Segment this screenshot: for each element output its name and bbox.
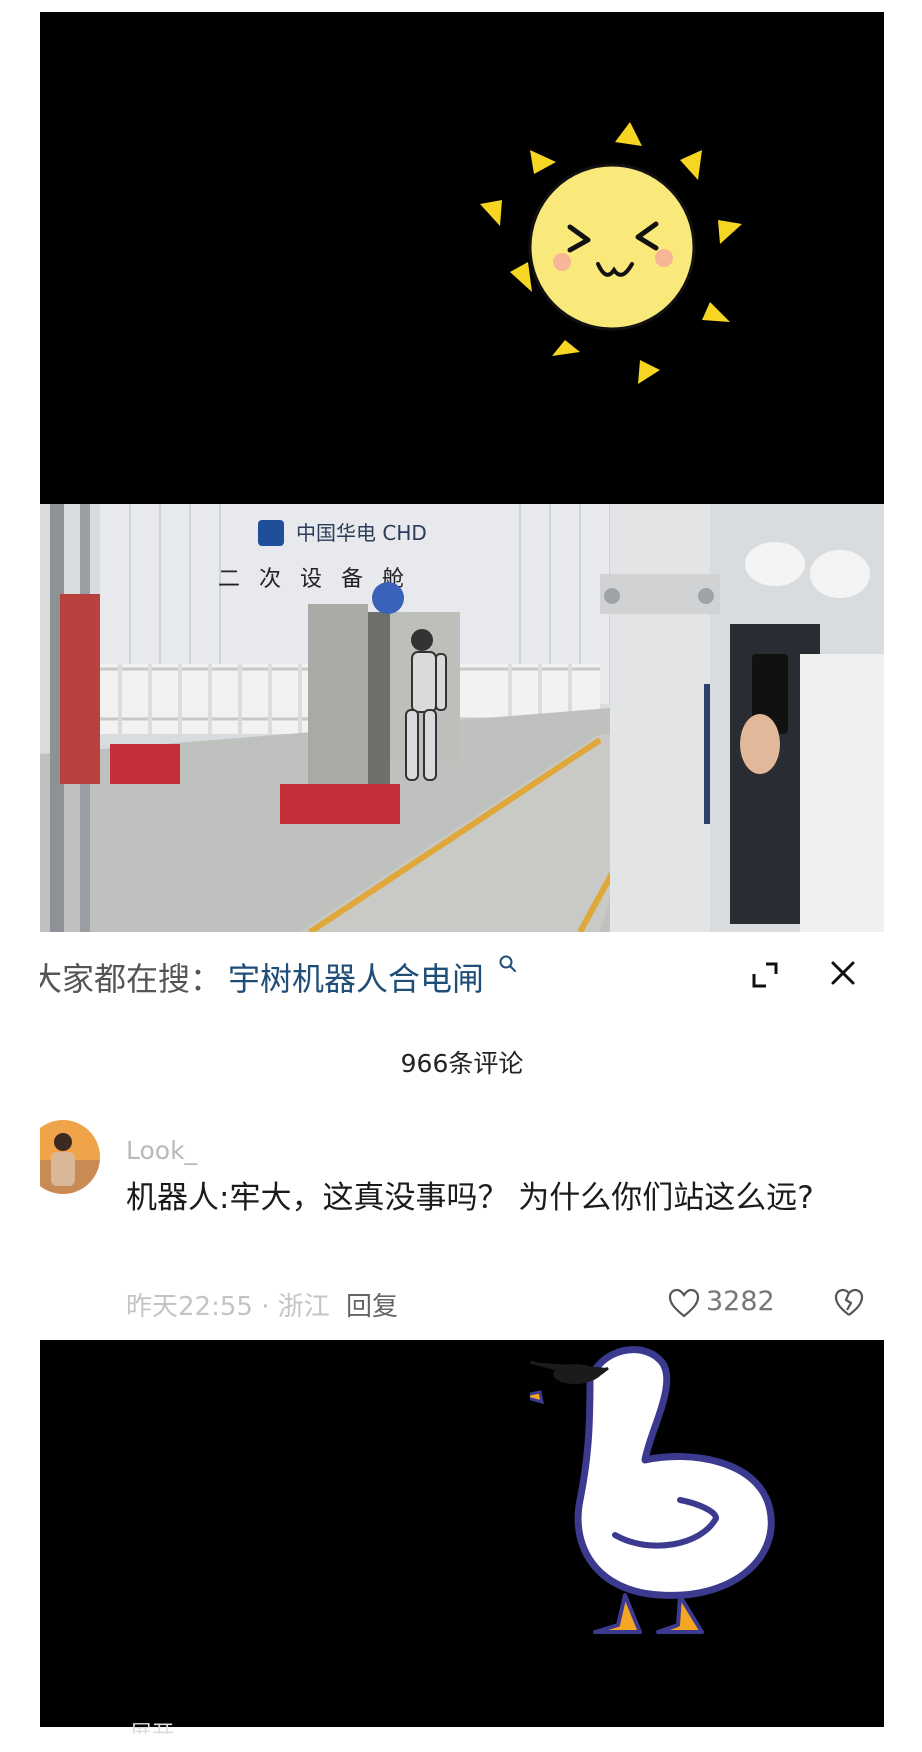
reply-button[interactable]: 回复: [346, 1286, 398, 1323]
avatar[interactable]: [40, 1120, 100, 1194]
comment-text: 机器人:牢大，这真没事吗？ 为什么你们站这么远?: [126, 1180, 814, 1216]
video-player[interactable]: 中国华电 CHD 二 次 设 备 舱: [40, 504, 884, 932]
expand-icon[interactable]: [752, 962, 778, 988]
duck-sticker-icon: [530, 1346, 775, 1634]
search-icon: [499, 955, 516, 972]
comment-location: 浙江: [277, 1292, 330, 1322]
comment-count: 966条评论: [400, 1049, 524, 1078]
broken-heart-icon[interactable]: [834, 1288, 864, 1318]
heart-icon[interactable]: [668, 1288, 700, 1318]
top-black-area: [40, 12, 884, 504]
expand-more-label[interactable]: 展开: [130, 1716, 174, 1734]
comment-meta: 昨天22:55 · 浙江: [126, 1292, 330, 1322]
bottom-black-area: [40, 1340, 884, 1727]
comment-sheet: 大家都在搜： 宇树机器人合电闸 966条评论 Look_ 机器人:牢大，这真没事…: [40, 932, 884, 1340]
search-suggestion-prefix: 大家都在搜：: [40, 960, 223, 998]
bottom-peek-strip: 展开: [40, 1714, 884, 1734]
search-suggestion-row[interactable]: 大家都在搜： 宇树机器人合电闸: [40, 932, 884, 1012]
close-icon[interactable]: [828, 958, 858, 988]
sun-sticker-icon: [480, 122, 742, 384]
search-suggestion-term[interactable]: 宇树机器人合电闸: [228, 954, 484, 1000]
video-brand-text: 中国华电 CHD: [296, 521, 427, 545]
comment-time: 昨天22:55: [126, 1292, 253, 1322]
screenshot-frame: 中国华电 CHD 二 次 设 备 舱 大家都在搜： 宇树机器人合电闸 966条评…: [40, 12, 884, 1727]
comment-username[interactable]: Look_: [126, 1136, 197, 1165]
video-frame-image: 中国华电 CHD 二 次 设 备 舱: [40, 504, 884, 932]
like-count: 3282: [706, 1286, 775, 1317]
